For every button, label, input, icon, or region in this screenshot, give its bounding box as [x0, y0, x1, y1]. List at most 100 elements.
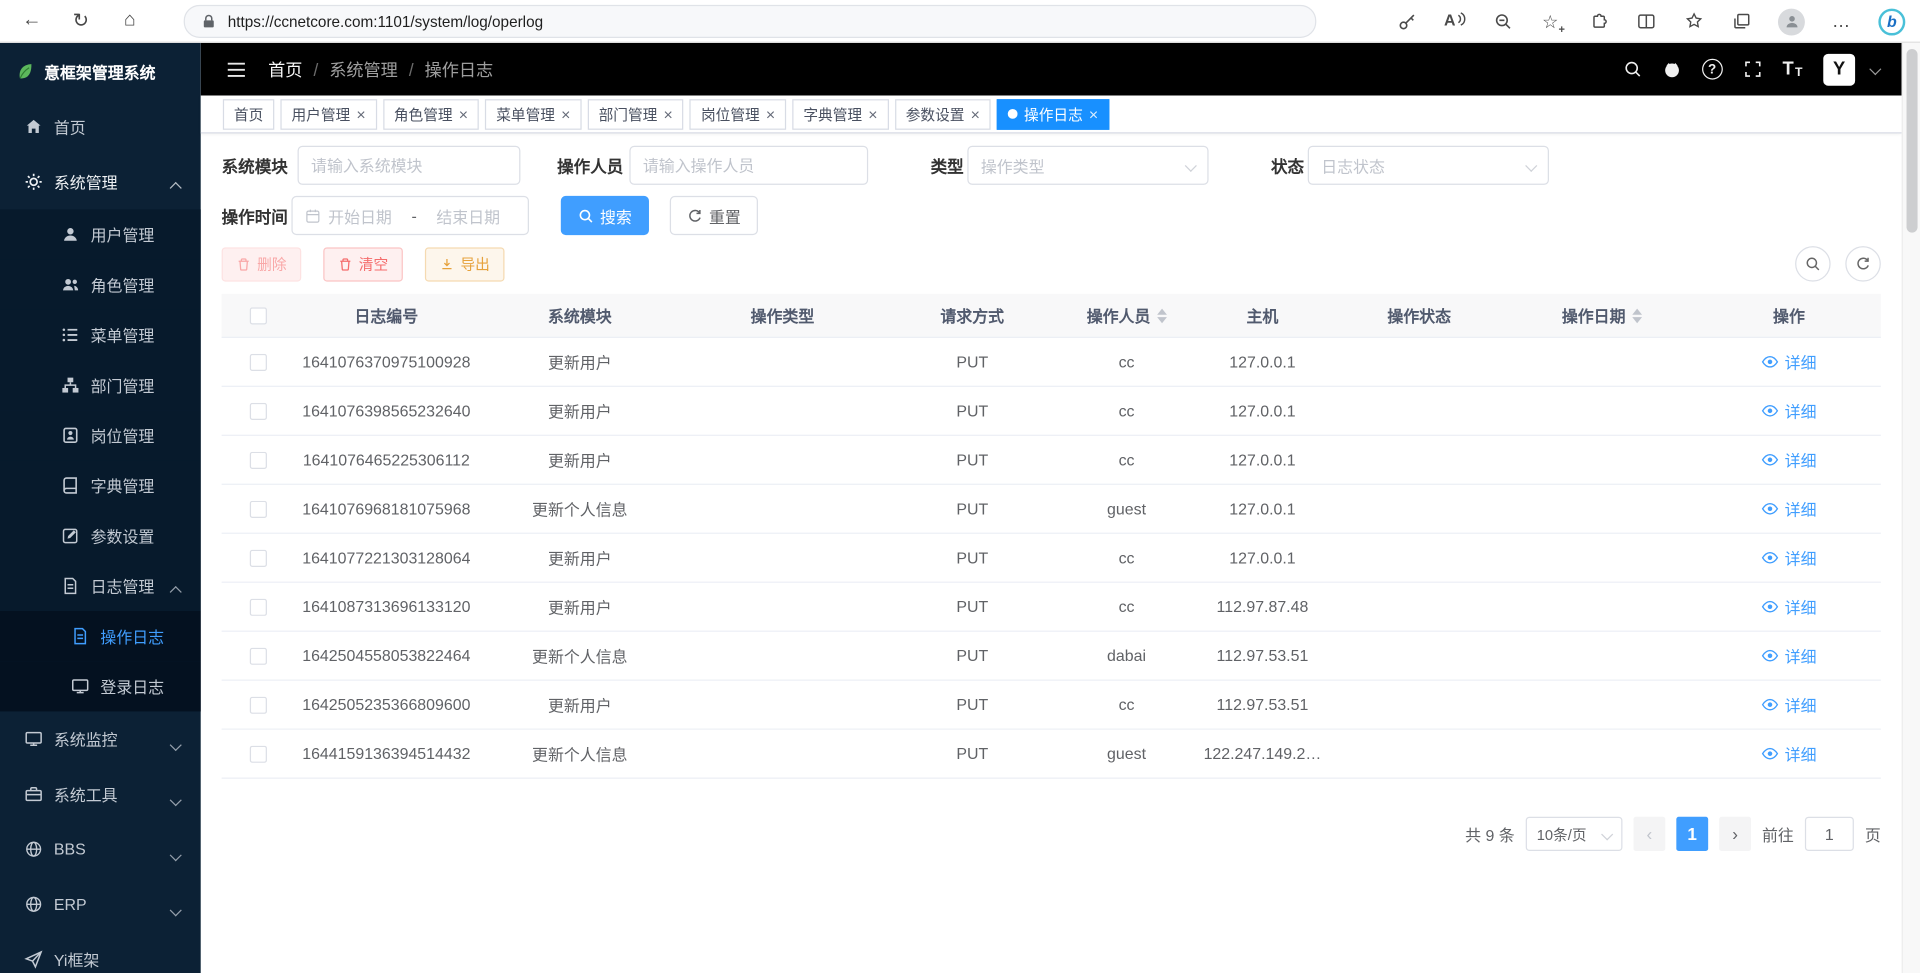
breadcrumb-system-mgmt[interactable]: 系统管理	[329, 57, 398, 81]
detail-link[interactable]: 详细	[1761, 742, 1816, 765]
row-checkbox[interactable]	[249, 402, 266, 419]
date-range-picker[interactable]: 开始日期 - 结束日期	[291, 196, 529, 235]
sidebar-item-log-mgmt[interactable]: 日志管理	[0, 561, 201, 611]
sidebar-item-menu-mgmt[interactable]: 菜单管理	[0, 310, 201, 360]
github-icon[interactable]	[1663, 60, 1681, 78]
detail-link[interactable]: 详细	[1761, 350, 1816, 373]
next-page-button[interactable]: ›	[1719, 817, 1751, 851]
add-favorite-icon[interactable]: ☆ +	[1539, 10, 1561, 32]
collections-icon[interactable]	[1730, 10, 1752, 32]
tab-close-icon[interactable]: ×	[868, 106, 877, 122]
browser-profile-avatar[interactable]	[1778, 8, 1805, 35]
favorites-icon[interactable]	[1682, 10, 1704, 32]
clear-button[interactable]: 清空	[323, 247, 403, 281]
row-checkbox[interactable]	[249, 647, 266, 664]
row-checkbox[interactable]	[249, 549, 266, 566]
sidebar-item-role-mgmt[interactable]: 角色管理	[0, 260, 201, 310]
sidebar-item-login-log[interactable]: 登录日志	[0, 661, 201, 711]
tab-oper-log[interactable]: 操作日志×	[997, 99, 1109, 130]
prev-page-button[interactable]: ‹	[1633, 817, 1665, 851]
split-screen-icon[interactable]	[1635, 10, 1657, 32]
tab-close-icon[interactable]: ×	[664, 106, 673, 122]
detail-link[interactable]: 详细	[1761, 546, 1816, 569]
sidebar-item-home[interactable]: 首页	[0, 99, 201, 154]
sidebar-item-dept-mgmt[interactable]: 部门管理	[0, 360, 201, 410]
sort-icons[interactable]	[1157, 308, 1167, 323]
sidebar-item-system-tools[interactable]: 系统工具	[0, 767, 201, 822]
row-checkbox[interactable]	[249, 353, 266, 370]
page-size-select[interactable]: 10条/页	[1526, 817, 1623, 851]
address-bar[interactable]: https://ccnetcore.com:1101/system/log/op…	[184, 5, 1317, 38]
sidebar-item-user-mgmt[interactable]: 用户管理	[0, 209, 201, 259]
detail-link[interactable]: 详细	[1761, 595, 1816, 618]
search-button[interactable]: 搜索	[561, 196, 649, 235]
extensions-icon[interactable]	[1587, 10, 1609, 32]
sidebar-item-yi-framework[interactable]: Yi框架	[0, 932, 201, 973]
tab-home[interactable]: 首页	[223, 99, 274, 130]
detail-link[interactable]: 详细	[1761, 399, 1816, 422]
tab-user-mgmt[interactable]: 用户管理×	[280, 99, 376, 130]
detail-link[interactable]: 详细	[1761, 644, 1816, 667]
sidebar-item-param-settings[interactable]: 参数设置	[0, 511, 201, 561]
tab-close-icon[interactable]: ×	[971, 106, 980, 122]
tab-post-mgmt[interactable]: 岗位管理×	[690, 99, 786, 130]
avatar-chevron-down-icon[interactable]	[1869, 63, 1881, 75]
show-search-button[interactable]	[1795, 246, 1831, 282]
sidebar-item-system-mgmt[interactable]: 系统管理	[0, 154, 201, 209]
reset-button[interactable]: 重置	[670, 196, 758, 235]
font-size-icon[interactable]: T T	[1783, 59, 1803, 80]
browser-settings-more-icon[interactable]: …	[1831, 10, 1853, 32]
tab-close-icon[interactable]: ×	[356, 106, 365, 122]
tab-close-icon[interactable]: ×	[1089, 106, 1098, 122]
read-aloud-icon[interactable]: A	[1444, 10, 1466, 32]
detail-link[interactable]: 详细	[1761, 448, 1816, 471]
status-select[interactable]: 日志状态	[1308, 146, 1549, 185]
delete-button[interactable]: 删除	[222, 247, 302, 281]
tab-menu-mgmt[interactable]: 菜单管理×	[485, 99, 581, 130]
module-input[interactable]	[298, 146, 521, 185]
page-button-1[interactable]: 1	[1676, 817, 1708, 851]
scrollbar[interactable]	[1902, 43, 1920, 973]
tab-param-settings[interactable]: 参数设置×	[895, 99, 991, 130]
row-checkbox[interactable]	[249, 745, 266, 762]
browser-refresh-icon[interactable]: ↻	[66, 6, 95, 35]
bing-icon[interactable]: b	[1878, 8, 1905, 35]
refresh-table-button[interactable]	[1845, 246, 1881, 282]
row-checkbox[interactable]	[249, 696, 266, 713]
sidebar-item-dict-mgmt[interactable]: 字典管理	[0, 460, 201, 510]
tab-close-icon[interactable]: ×	[459, 106, 468, 122]
header-search-icon[interactable]	[1623, 60, 1641, 78]
tab-close-icon[interactable]: ×	[561, 106, 570, 122]
hamburger-collapse-icon[interactable]	[225, 58, 247, 80]
row-checkbox[interactable]	[249, 500, 266, 517]
app-logo[interactable]: 意框架管理系统	[0, 43, 201, 99]
sidebar-item-oper-log[interactable]: 操作日志	[0, 611, 201, 661]
tab-dict-mgmt[interactable]: 字典管理×	[792, 99, 888, 130]
row-checkbox[interactable]	[249, 451, 266, 468]
goto-page-input[interactable]	[1805, 817, 1854, 851]
col-operator-sortable[interactable]: 操作人员	[1060, 304, 1192, 327]
browser-home-icon[interactable]: ⌂	[115, 6, 144, 35]
scrollbar-thumb[interactable]	[1907, 49, 1918, 233]
browser-back-icon[interactable]: ←	[17, 6, 46, 35]
sidebar-item-bbs[interactable]: BBS	[0, 822, 201, 877]
row-checkbox[interactable]	[249, 598, 266, 615]
type-select[interactable]: 操作类型	[967, 146, 1208, 185]
detail-link[interactable]: 详细	[1761, 693, 1816, 716]
select-all-checkbox[interactable]	[249, 307, 266, 324]
operator-input[interactable]	[629, 146, 868, 185]
zoom-out-icon[interactable]	[1491, 10, 1513, 32]
sidebar-item-erp[interactable]: ERP	[0, 877, 201, 932]
tab-dept-mgmt[interactable]: 部门管理×	[588, 99, 684, 130]
tab-role-mgmt[interactable]: 角色管理×	[383, 99, 479, 130]
col-date-sortable[interactable]: 操作日期	[1506, 304, 1697, 327]
sort-icons[interactable]	[1632, 308, 1642, 323]
breadcrumb-home[interactable]: 首页	[268, 57, 302, 81]
password-key-icon[interactable]	[1396, 10, 1418, 32]
tab-close-icon[interactable]: ×	[766, 106, 775, 122]
export-button[interactable]: 导出	[425, 247, 505, 281]
help-icon[interactable]: ?	[1702, 59, 1723, 80]
sidebar-item-system-monitor[interactable]: 系统监控	[0, 711, 201, 766]
detail-link[interactable]: 详细	[1761, 497, 1816, 520]
user-avatar[interactable]: Y	[1823, 53, 1855, 85]
